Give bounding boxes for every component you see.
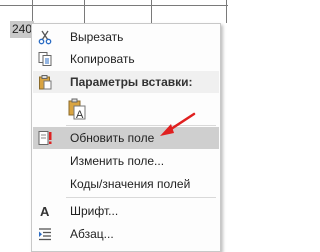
menu-item-font[interactable]: A Шрифт... <box>33 200 219 222</box>
menu-item-label: Коды/значения полей <box>70 177 191 191</box>
menu-item-label: Вырезать <box>70 30 124 44</box>
table-border <box>226 0 227 23</box>
scissors-icon <box>37 29 53 45</box>
menu-separator <box>66 125 216 126</box>
font-icon: A <box>37 203 53 219</box>
menu-item-edit-field[interactable]: Изменить поле... <box>33 150 219 172</box>
menu-item-label: Абзац... <box>70 227 114 241</box>
paste-options-label: Параметры вставки: <box>70 75 193 89</box>
menu-item-cut[interactable]: Вырезать <box>33 26 219 48</box>
menu-item-label: Изменить поле... <box>70 154 165 168</box>
context-menu: Вырезать Копировать Параметры вставки: A… <box>31 23 221 252</box>
paragraph-icon <box>37 226 53 242</box>
paste-keep-text-only-icon: A <box>67 97 87 121</box>
menu-separator <box>66 197 216 198</box>
paste-options-header: Параметры вставки: <box>33 71 219 93</box>
table-border <box>84 0 85 23</box>
update-field-icon <box>37 130 53 146</box>
menu-item-label: Шрифт... <box>70 204 119 218</box>
svg-text:A: A <box>40 204 50 219</box>
menu-item-paragraph[interactable]: Абзац... <box>33 223 219 245</box>
menu-item-update-field[interactable]: Обновить поле <box>33 127 219 149</box>
svg-text:A: A <box>76 109 84 121</box>
menu-item-label: Копировать <box>70 52 135 66</box>
paste-keep-text-only-button[interactable]: A <box>33 94 219 124</box>
menu-item-copy[interactable]: Копировать <box>33 48 219 70</box>
menu-item-toggle-field-codes[interactable]: Коды/значения полей <box>33 173 219 195</box>
clipboard-icon <box>37 74 53 90</box>
copy-icon <box>37 51 53 67</box>
menu-item-label: Обновить поле <box>70 131 155 145</box>
table-border <box>0 5 228 6</box>
table-border <box>151 0 152 23</box>
